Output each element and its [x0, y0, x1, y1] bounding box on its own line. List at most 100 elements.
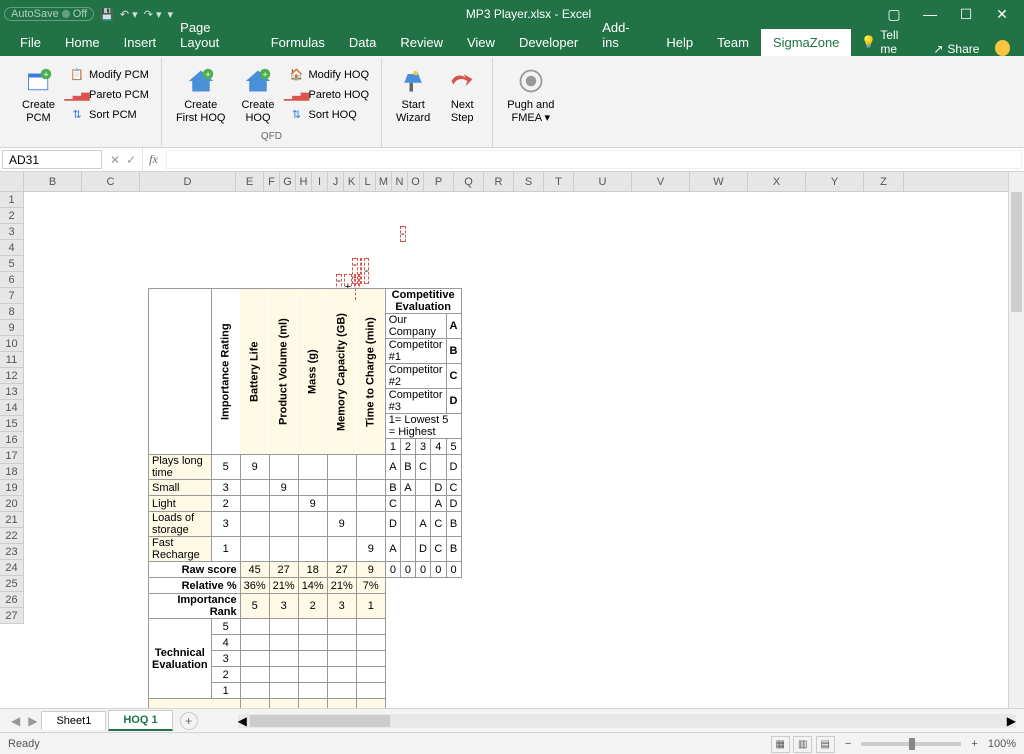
enter-formula-icon[interactable]: ✓: [126, 153, 136, 167]
row-header[interactable]: 4: [0, 240, 23, 256]
row-header[interactable]: 26: [0, 592, 23, 608]
create-pcm-button[interactable]: + Create PCM: [18, 63, 59, 125]
row-header[interactable]: 14: [0, 400, 23, 416]
worksheet-grid[interactable]: BCDEFGHIJKLMNOPQRSTUVWXYZ 12345678910111…: [0, 172, 1024, 708]
name-box[interactable]: [2, 150, 102, 169]
col-header[interactable]: M: [376, 172, 392, 191]
row-header[interactable]: 9: [0, 320, 23, 336]
create-first-hoq-button[interactable]: + Create First HOQ: [172, 63, 230, 125]
row-headers[interactable]: 1234567891011121314151617181920212223242…: [0, 192, 24, 624]
row-header[interactable]: 20: [0, 496, 23, 512]
col-header[interactable]: L: [360, 172, 376, 191]
tab-addins[interactable]: Add-ins: [590, 14, 654, 56]
row-header[interactable]: 27: [0, 608, 23, 624]
row-header[interactable]: 7: [0, 288, 23, 304]
tab-file[interactable]: File: [8, 29, 53, 56]
col-header[interactable]: I: [312, 172, 328, 191]
row-header[interactable]: 16: [0, 432, 23, 448]
col-header[interactable]: V: [632, 172, 690, 191]
row-header[interactable]: 11: [0, 352, 23, 368]
col-header[interactable]: F: [264, 172, 280, 191]
row-header[interactable]: 10: [0, 336, 23, 352]
minimize-icon[interactable]: ―: [920, 6, 940, 22]
col-header[interactable]: N: [392, 172, 408, 191]
column-headers[interactable]: BCDEFGHIJKLMNOPQRSTUVWXYZ: [0, 172, 1008, 192]
row-header[interactable]: 1: [0, 192, 23, 208]
formula-input[interactable]: [166, 150, 1022, 169]
page-layout-icon[interactable]: ▥: [793, 736, 812, 753]
tab-sigmazone[interactable]: SigmaZone: [761, 29, 851, 56]
next-step-button[interactable]: Next Step: [442, 63, 482, 125]
feedback-icon[interactable]: [995, 40, 1010, 56]
row-header[interactable]: 5: [0, 256, 23, 272]
tab-team[interactable]: Team: [705, 29, 761, 56]
normal-view-icon[interactable]: ▦: [771, 736, 790, 753]
row-header[interactable]: 12: [0, 368, 23, 384]
row-header[interactable]: 25: [0, 576, 23, 592]
row-header[interactable]: 23: [0, 544, 23, 560]
col-header[interactable]: G: [280, 172, 296, 191]
col-header[interactable]: B: [24, 172, 82, 191]
col-header[interactable]: Y: [806, 172, 864, 191]
col-header[interactable]: H: [296, 172, 312, 191]
col-header[interactable]: U: [574, 172, 632, 191]
autosave-toggle[interactable]: AutoSave Off: [4, 7, 94, 21]
pugh-fmea-button[interactable]: Pugh and FMEA ▾: [503, 63, 558, 125]
pareto-hoq-button[interactable]: ▁▃▅Pareto HOQ: [286, 86, 371, 104]
horizontal-scrollbar[interactable]: ◀▶: [238, 714, 1016, 728]
zoom-in-icon[interactable]: +: [971, 738, 977, 750]
row-header[interactable]: 19: [0, 480, 23, 496]
redo-icon[interactable]: ↷ ▾: [144, 8, 162, 21]
tab-data[interactable]: Data: [337, 29, 388, 56]
add-sheet-button[interactable]: +: [180, 712, 198, 730]
row-header[interactable]: 15: [0, 416, 23, 432]
modify-pcm-button[interactable]: 📋Modify PCM: [67, 66, 151, 84]
undo-icon[interactable]: ↶ ▾: [120, 8, 138, 21]
sheet-tab[interactable]: Sheet1: [41, 711, 106, 730]
start-wizard-button[interactable]: Start Wizard: [392, 63, 434, 125]
col-header[interactable]: Q: [454, 172, 484, 191]
sheet-tab-active[interactable]: HOQ 1: [108, 710, 172, 731]
share-button[interactable]: ↗Share: [923, 42, 989, 56]
view-buttons[interactable]: ▦ ▥ ▤: [771, 738, 835, 750]
col-header[interactable]: Z: [864, 172, 904, 191]
vertical-scrollbar[interactable]: [1008, 172, 1024, 708]
tab-view[interactable]: View: [455, 29, 507, 56]
tab-help[interactable]: Help: [654, 29, 705, 56]
cancel-formula-icon[interactable]: ✕: [110, 153, 120, 167]
col-header[interactable]: W: [690, 172, 748, 191]
sort-pcm-button[interactable]: ⇅Sort PCM: [67, 106, 151, 124]
sheet-nav[interactable]: ◀▶: [8, 714, 40, 728]
tab-review[interactable]: Review: [388, 29, 455, 56]
qat-customize-icon[interactable]: ▾: [167, 8, 173, 21]
tab-formulas[interactable]: Formulas: [259, 29, 337, 56]
row-header[interactable]: 18: [0, 464, 23, 480]
fx-icon[interactable]: fx: [143, 148, 164, 171]
col-header[interactable]: E: [236, 172, 264, 191]
close-icon[interactable]: ✕: [992, 6, 1012, 23]
save-icon[interactable]: 💾: [100, 8, 114, 21]
tab-insert[interactable]: Insert: [112, 29, 169, 56]
tab-page-layout[interactable]: Page Layout: [168, 14, 259, 56]
tell-me[interactable]: 💡Tell me: [851, 28, 923, 56]
row-header[interactable]: 17: [0, 448, 23, 464]
pareto-pcm-button[interactable]: ▁▃▅Pareto PCM: [67, 86, 151, 104]
row-header[interactable]: 24: [0, 560, 23, 576]
row-header[interactable]: 22: [0, 528, 23, 544]
col-header[interactable]: O: [408, 172, 424, 191]
row-header[interactable]: 6: [0, 272, 23, 288]
tab-home[interactable]: Home: [53, 29, 112, 56]
col-header[interactable]: R: [484, 172, 514, 191]
zoom-out-icon[interactable]: −: [845, 738, 851, 750]
col-header[interactable]: T: [544, 172, 574, 191]
col-header[interactable]: C: [82, 172, 140, 191]
hoq-main-table[interactable]: Importance RatingBattery LifeProduct Vol…: [148, 288, 462, 708]
row-header[interactable]: 3: [0, 224, 23, 240]
col-header[interactable]: S: [514, 172, 544, 191]
page-break-icon[interactable]: ▤: [816, 736, 835, 753]
sort-hoq-button[interactable]: ⇅Sort HOQ: [286, 106, 371, 124]
modify-hoq-button[interactable]: 🏠Modify HOQ: [286, 66, 371, 84]
tab-developer[interactable]: Developer: [507, 29, 590, 56]
zoom-level[interactable]: 100%: [988, 738, 1016, 750]
zoom-slider[interactable]: [861, 742, 961, 746]
